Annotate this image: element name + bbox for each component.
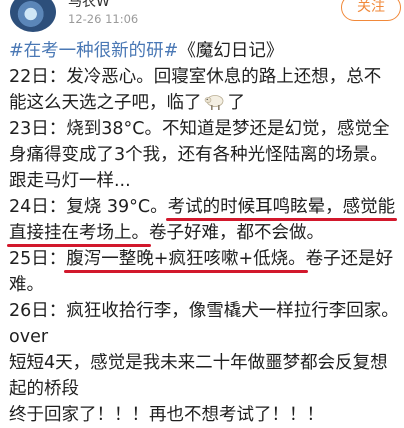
post-text: 卷子好难，都不会做。 <box>149 223 324 243</box>
post-text: 24日：复烧 39°C。 <box>9 197 168 217</box>
post-line-11: 26日：疯狂收拾行李，像雪橇犬一样拉行李回家。 <box>9 301 399 321</box>
post-text: 了 <box>227 93 246 113</box>
timestamp: 12-26 11:06 <box>68 12 139 26</box>
post-line-14: 起的桥段 <box>9 379 79 399</box>
post-line-6: 跟走马灯一样... <box>9 171 131 191</box>
post-line-12: over <box>9 327 49 347</box>
follow-button[interactable]: 关注 <box>341 0 401 21</box>
post-title: 《魔幻日记》 <box>178 41 284 61</box>
username[interactable]: 马农W <box>68 0 110 11</box>
post-line-3: 能这么天选之子吧，临了 了 <box>9 90 245 116</box>
underlined-text: 腹泻一整晚+疯狂咳嗽+低烧。 <box>64 246 308 273</box>
post-header: 马农W 12-26 11:06 关注 <box>0 0 404 36</box>
avatar[interactable] <box>10 0 56 32</box>
post-line-2: 22日：发冷恶心。回寝室休息的路上还想，总不 <box>9 67 382 87</box>
sheep-emoji-icon <box>204 95 223 110</box>
post-line-4: 23日：烧到38°C。不知道是梦还是幻觉，感觉全 <box>9 119 390 139</box>
post-line-8: 直接挂在考场上。卷子好难，都不会做。 <box>7 220 324 247</box>
post-text: 25日： <box>9 249 67 269</box>
post-line-5: 身痛得变成了3个我，还有各种光怪陆离的场景。 <box>9 145 388 165</box>
post-line-13: 短短4天，感觉是我未来二十年做噩梦都会反复想 <box>9 353 388 373</box>
post-line-15: 终于回家了！！！再也不想考试了！！！ <box>9 405 324 425</box>
post-line-1: #在考一种很新的研#《魔幻日记》 <box>9 38 283 64</box>
topic-tag-link[interactable]: #在考一种很新的研# <box>9 41 178 61</box>
post-line-10: 难。 <box>9 275 44 295</box>
underlined-text: 考试的时候耳鸣眩晕，感觉能 <box>165 194 397 221</box>
post-text: 卷子还是好 <box>305 249 394 269</box>
post-line-9: 25日：腹泻一整晚+疯狂咳嗽+低烧。卷子还是好 <box>9 246 394 273</box>
underlined-text: 直接挂在考场上。 <box>7 220 151 247</box>
post-text: 能这么天选之子吧，临了 <box>9 93 202 113</box>
post-line-7: 24日：复烧 39°C。考试的时候耳鸣眩晕，感觉能 <box>9 194 397 221</box>
